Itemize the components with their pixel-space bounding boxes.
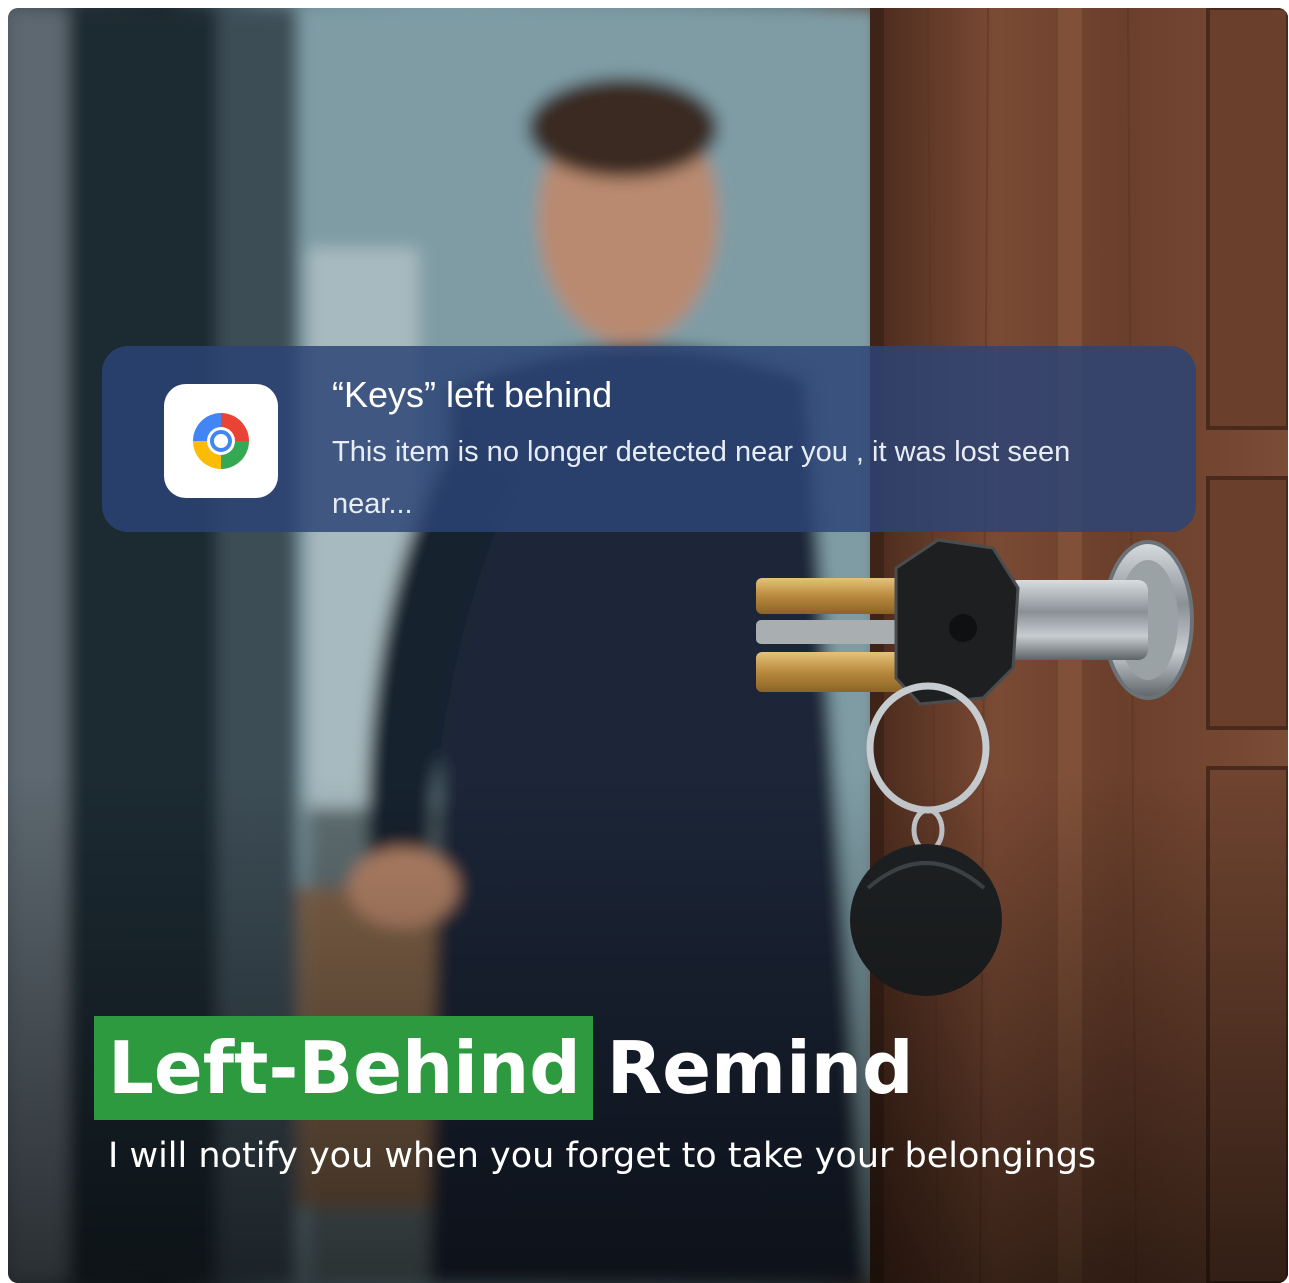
headline-highlight: Left-Behind (94, 1016, 593, 1120)
notification-title: “Keys” left behind (332, 374, 613, 415)
find-my-device-icon (164, 384, 278, 498)
product-image: “Keys” left behind This item is no longe… (8, 8, 1288, 1283)
headline: Left-Behind Remind (94, 1016, 914, 1120)
headline-rest: Remind (606, 1026, 914, 1110)
subline-text: I will notify you when you forget to tak… (108, 1136, 1097, 1176)
lost-item-notification[interactable]: “Keys” left behind This item is no longe… (102, 346, 1196, 532)
notification-body: This item is no longer detected near you… (332, 436, 1071, 520)
